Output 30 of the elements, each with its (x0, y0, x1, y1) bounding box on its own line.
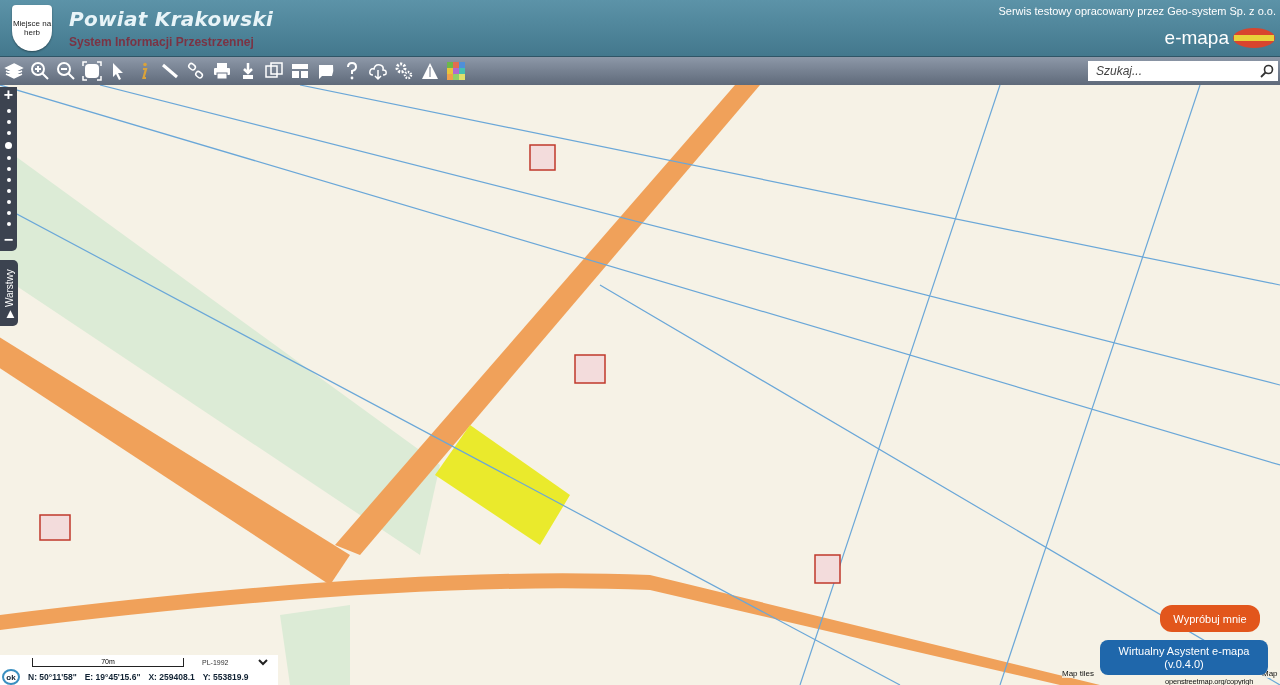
warning-icon[interactable] (420, 61, 440, 81)
app-subtitle: System Informacji Przestrzennej (69, 35, 255, 49)
layout-icon[interactable] (290, 61, 310, 81)
credit-text: Serwis testowy opracowany przez Geo-system Sp. z o.o. (998, 5, 1276, 17)
zoom-out-icon[interactable] (56, 61, 76, 81)
ruler-icon[interactable] (160, 61, 180, 81)
ok-button[interactable]: ok (2, 669, 20, 685)
caret-icon (258, 658, 269, 666)
print-icon[interactable] (212, 61, 232, 81)
palette-icon[interactable] (446, 61, 466, 81)
search-icon[interactable] (1260, 64, 1274, 78)
app-title: Powiat Krakowski (69, 7, 274, 31)
full-extent-icon[interactable] (82, 61, 102, 81)
settings-icon[interactable] (394, 61, 414, 81)
coat-of-arms-shield: Miejsce na herb (12, 5, 52, 51)
link-icon[interactable] (186, 61, 206, 81)
coordinate-text: N: 50°11'58" (28, 672, 77, 682)
coordinate-text: Y: 553819.9 (202, 672, 249, 682)
layers-tab[interactable]: ▶ Warstwy (0, 260, 18, 326)
brand-name: e-mapa (1164, 27, 1229, 49)
copy-icon[interactable] (264, 61, 284, 81)
layers-icon[interactable] (4, 61, 24, 81)
cloud-icon[interactable] (368, 61, 388, 81)
globe-logo-icon (1232, 27, 1276, 49)
zoom-in-icon[interactable] (30, 61, 50, 81)
try-me-bubble[interactable]: Wypróbuj mnie (1160, 605, 1260, 632)
search-field[interactable]: Szukaj... (1088, 61, 1278, 81)
coordinate-text: E: 19°45'15.6" (84, 672, 141, 682)
attribution-text: Map tiles (1062, 669, 1094, 678)
coordinate-text: X: 259408.1 (148, 672, 195, 682)
